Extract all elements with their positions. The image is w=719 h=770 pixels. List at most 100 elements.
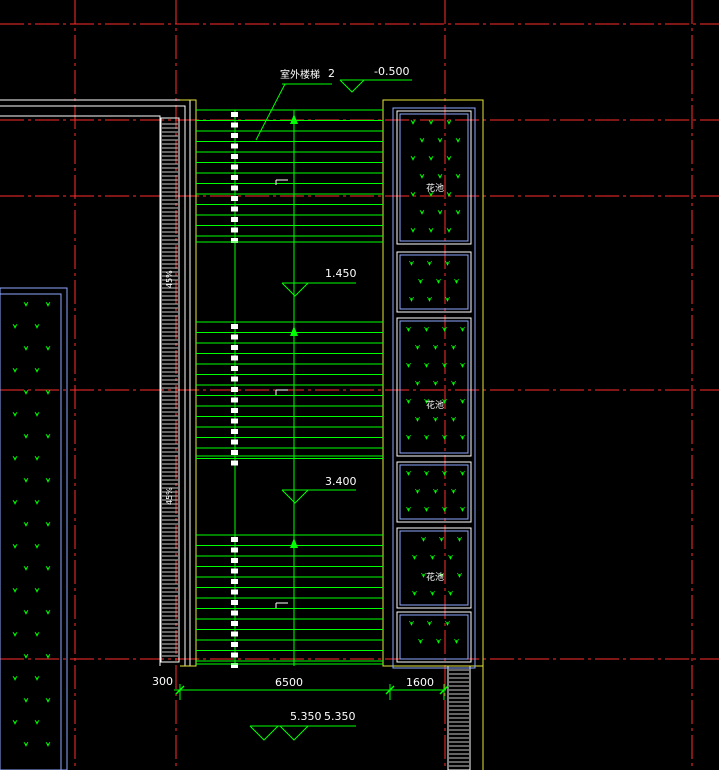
stair-up-arrow [290,114,298,124]
elevation-landing-2-label: 3.400 [325,475,357,488]
planting-symbol [45,345,51,351]
step-number-mark [231,621,238,626]
callout-text: 室外楼梯 [280,68,320,81]
building-outline [0,105,186,666]
planting-symbol [424,362,429,368]
planting-symbol [418,278,423,284]
planting-symbol [410,191,416,197]
planting-symbol [460,398,465,404]
planting-symbol [419,173,425,179]
planting-symbol [23,565,29,571]
step-number-mark [231,460,238,466]
planting-symbol [409,620,414,626]
planting-symbol [421,536,426,542]
planting-symbol [445,296,450,302]
step-number-mark [231,345,238,350]
planting-symbol [34,411,40,417]
callout-number: 2 [328,67,335,80]
planting-symbol [445,620,450,626]
planting-symbol [12,587,18,593]
building-outline [0,115,161,666]
planting-symbol [412,554,417,560]
step-number-mark [231,642,238,647]
planter-cell [396,611,472,663]
planting-symbol [460,434,465,440]
step-number-mark [231,334,238,340]
step-number-mark [231,558,238,563]
wall-slope-label-lower: 45% [165,487,174,505]
planting-symbol [424,434,429,440]
step-number-mark [231,122,238,128]
stair-callout: 室外楼梯 2 [255,67,335,141]
planting-symbol [406,470,411,476]
planting-symbol [45,301,51,307]
planting-symbol [460,506,465,512]
step-number-mark [231,133,238,138]
planting-symbol [34,719,40,725]
step-number-mark [231,547,238,553]
planter-label-2: 花池 [426,399,444,411]
planting-symbol [428,155,434,161]
break-mark [275,179,288,185]
planting-symbol [448,590,453,596]
planting-symbol [437,137,443,143]
planting-symbol [34,587,40,593]
planting-symbol [427,296,432,302]
planting-symbol [446,191,452,197]
planter-cell [396,317,472,457]
planting-symbol [433,488,438,494]
planting-symbol [23,389,29,395]
planting-symbol [23,521,29,527]
planting-symbol [12,455,18,461]
planting-symbol [451,380,456,386]
planting-symbol [45,477,51,483]
planter-cell-inner [399,464,469,520]
step-number-mark [231,418,238,424]
planting-symbol [446,155,452,161]
stair-up-arrow [290,326,298,336]
step-number-mark [231,652,238,658]
planting-symbol [455,173,461,179]
planting-symbol [34,543,40,549]
step-number-mark [231,600,238,605]
step-number-mark [231,568,238,574]
elevation-bottom-a-label: 5.350 [290,710,322,723]
step-number-mark [231,589,238,595]
stair-up-arrow [290,538,298,548]
elevation-landing-1-label: 1.450 [325,267,357,280]
planter-cell [396,461,472,523]
planting-symbol [419,209,425,215]
step-number-mark [231,429,238,434]
planting-symbol [45,653,51,659]
step-number-mark [231,143,238,149]
dimension-line: 300 6500 1600 [152,675,449,700]
planting-symbol [439,536,444,542]
wall-strip [160,99,484,770]
planting-symbol [34,675,40,681]
planting-symbol [45,389,51,395]
step-number-mark [231,112,238,117]
planting-symbol [454,638,459,644]
stair-flights [196,109,383,668]
planting-symbol [460,470,465,476]
planting-symbol [12,543,18,549]
callout-leader [255,83,286,141]
planting-symbol [409,260,414,266]
dimension-right-label: 1600 [406,676,434,689]
planting-symbol [415,344,420,350]
planting-symbol [460,362,465,368]
planting-symbol [457,536,462,542]
elevation-landing-1: 1.450 [281,267,357,297]
planting-symbol [406,434,411,440]
planting-symbol [451,416,456,422]
planting-symbol [437,209,443,215]
planting-symbol [45,741,51,747]
planting-symbol [410,155,416,161]
planting-symbol [415,488,420,494]
planter-cell-inner [399,320,469,454]
planting-symbol [45,521,51,527]
break-mark [275,389,288,395]
planting-symbol [410,119,416,125]
planting-symbol [445,260,450,266]
planting-symbol [436,638,441,644]
